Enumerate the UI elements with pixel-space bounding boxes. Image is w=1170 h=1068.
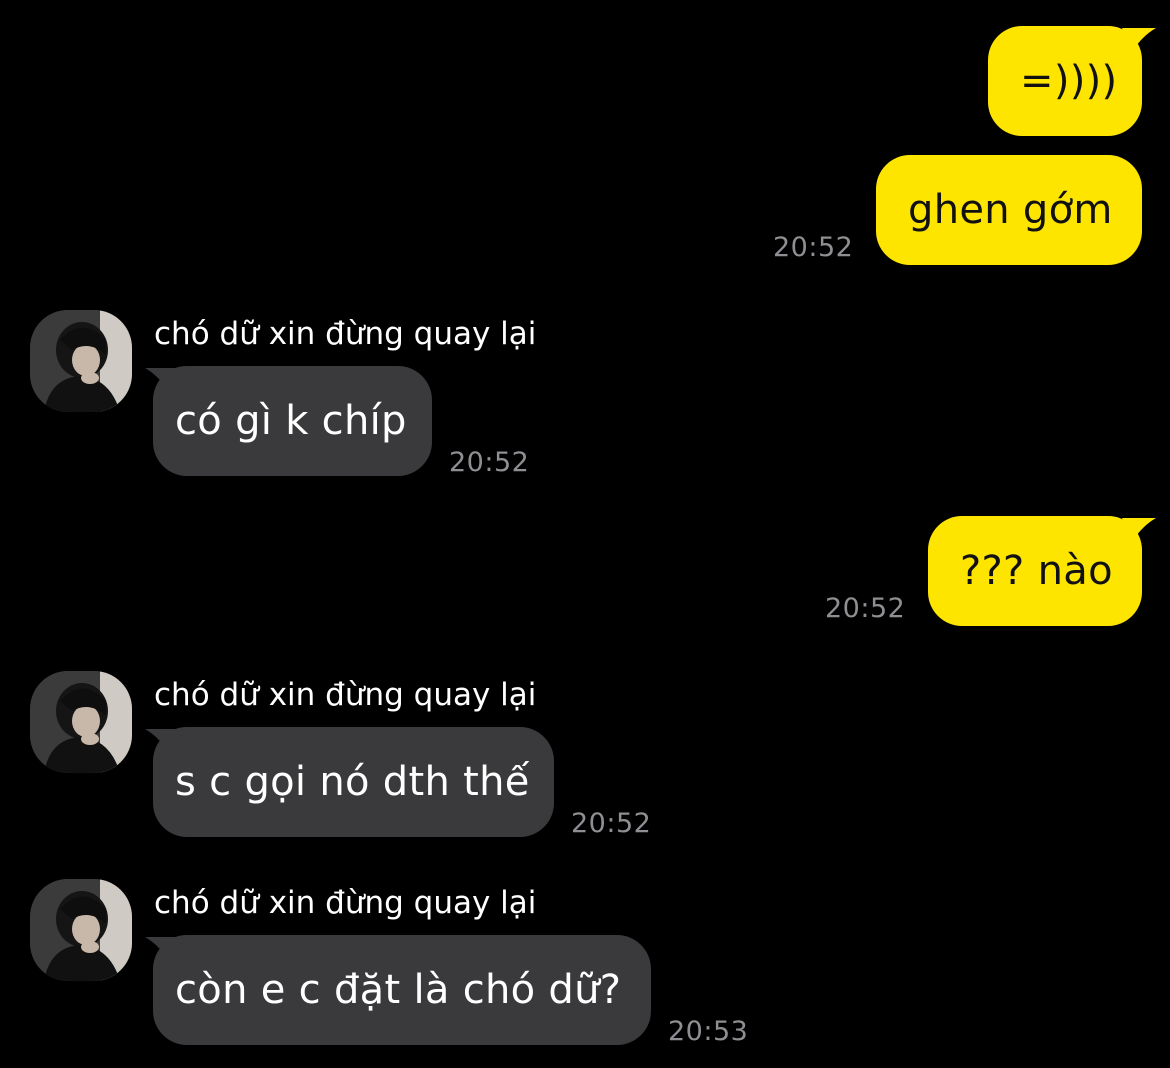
message-timestamp: 20:52	[773, 232, 854, 263]
message-text: s c gọi nó dth thế	[175, 759, 530, 805]
sender-avatar[interactable]	[30, 310, 132, 412]
profile-photo-avatar-icon	[30, 671, 132, 773]
incoming-message-bubble[interactable]: có gì k chíp	[153, 366, 432, 476]
incoming-message-bubble[interactable]: còn e c đặt là chó dữ?	[153, 935, 651, 1045]
outgoing-message-bubble[interactable]: ghen gớm	[876, 155, 1142, 265]
outgoing-message-bubble[interactable]: =))))	[988, 26, 1142, 136]
message-timestamp: 20:52	[449, 447, 530, 478]
sender-name: chó dữ xin đừng quay lại	[154, 316, 537, 352]
sender-avatar[interactable]	[30, 879, 132, 981]
bubble-tail-icon	[1122, 518, 1156, 542]
bubble-tail-icon	[1122, 28, 1156, 52]
message-timestamp: 20:52	[825, 593, 906, 624]
incoming-message-bubble[interactable]: s c gọi nó dth thế	[153, 727, 554, 837]
message-timestamp: 20:53	[668, 1016, 749, 1047]
sender-name: chó dữ xin đừng quay lại	[154, 885, 537, 921]
message-text: ghen gớm	[908, 187, 1113, 233]
message-text: ??? nào	[960, 548, 1113, 594]
profile-photo-avatar-icon	[30, 879, 132, 981]
sender-name: chó dữ xin đừng quay lại	[154, 677, 537, 713]
sender-avatar[interactable]	[30, 671, 132, 773]
message-text: còn e c đặt là chó dữ?	[175, 967, 622, 1013]
outgoing-message-bubble[interactable]: ??? nào	[928, 516, 1142, 626]
profile-photo-avatar-icon	[30, 310, 132, 412]
message-timestamp: 20:52	[571, 808, 652, 839]
message-text: =))))	[1020, 58, 1118, 104]
message-text: có gì k chíp	[175, 398, 407, 444]
